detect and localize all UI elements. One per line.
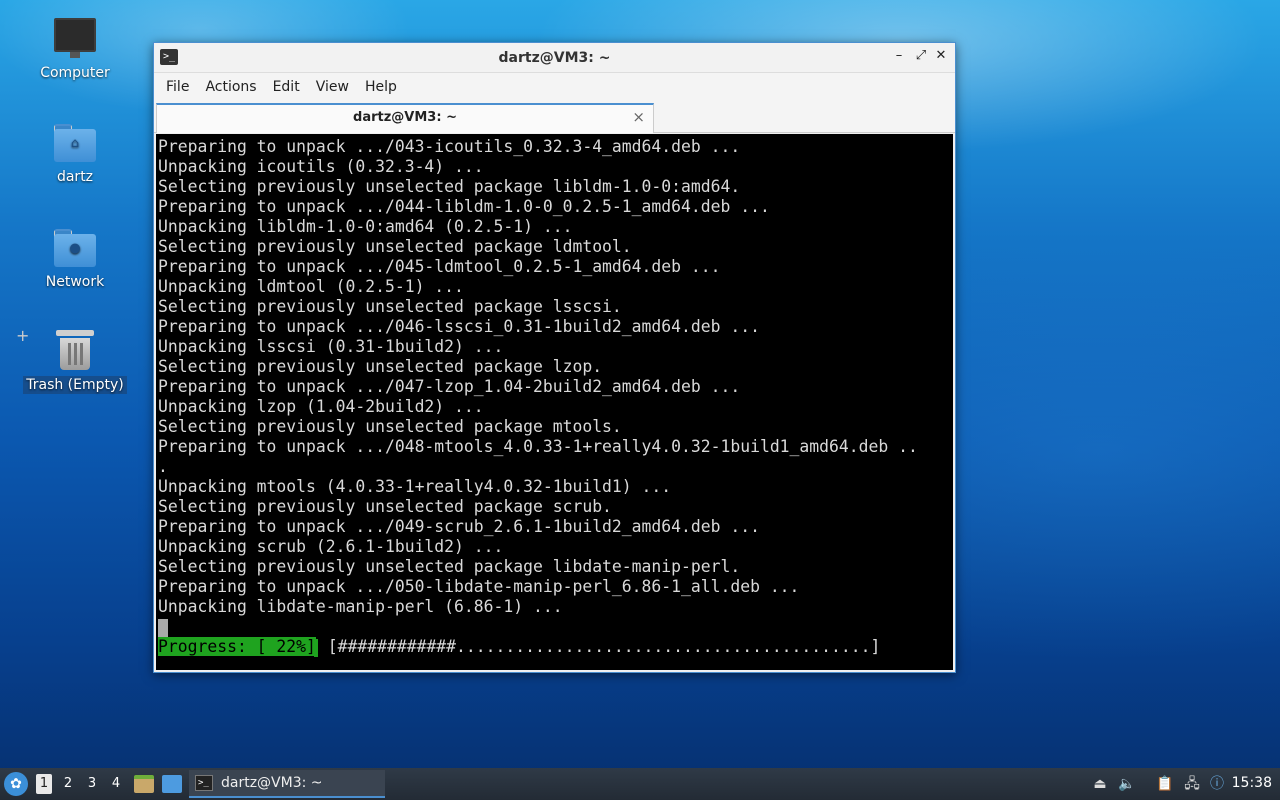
terminal-line: Unpacking lsscsi (0.31-1build2) ... bbox=[158, 337, 504, 356]
terminal-line: Preparing to unpack .../046-lsscsi_0.31-… bbox=[158, 317, 760, 336]
clipboard-icon[interactable]: 📋 bbox=[1155, 774, 1175, 794]
terminal-line: Selecting previously unselected package … bbox=[158, 557, 741, 576]
desktop-icon-trash[interactable]: Trash (Empty) bbox=[20, 326, 130, 394]
workspace-2[interactable]: 2 bbox=[60, 776, 76, 791]
desktop-icon-home[interactable]: ⌂ dartz bbox=[20, 118, 130, 186]
terminal-line: Selecting previously unselected package … bbox=[158, 417, 622, 436]
network-icon[interactable]: 🖧 bbox=[1182, 774, 1202, 794]
terminal-tab[interactable]: dartz@VM3: ~ × bbox=[156, 103, 654, 133]
network-folder-icon: ● bbox=[54, 229, 96, 267]
terminal-line: . bbox=[158, 457, 168, 476]
tab-bar: dartz@VM3: ~ × bbox=[154, 101, 955, 133]
workspace-1[interactable]: 1 bbox=[36, 774, 52, 794]
menu-file[interactable]: File bbox=[158, 75, 197, 99]
terminal-window[interactable]: >_ dartz@VM3: ~ – ⤢ ✕ File Actions Edit … bbox=[153, 42, 956, 673]
trash-icon bbox=[56, 330, 94, 370]
terminal-line: Preparing to unpack .../050-libdate-mani… bbox=[158, 577, 800, 596]
clock[interactable]: 15:38 bbox=[1232, 775, 1272, 791]
menu-view[interactable]: View bbox=[308, 75, 357, 99]
terminal-line: Unpacking icoutils (0.32.3-4) ... bbox=[158, 157, 484, 176]
cursor bbox=[158, 618, 168, 637]
terminal-line: Unpacking libldm-1.0-0:amd64 (0.2.5-1) .… bbox=[158, 217, 573, 236]
terminal-line: Preparing to unpack .../045-ldmtool_0.2.… bbox=[158, 257, 721, 276]
start-menu-icon[interactable]: ✿ bbox=[4, 772, 28, 796]
desktop-icon-label: dartz bbox=[56, 169, 94, 185]
window-title: dartz@VM3: ~ bbox=[498, 49, 611, 66]
terminal-line: Preparing to unpack .../043-icoutils_0.3… bbox=[158, 137, 741, 156]
workspace-3[interactable]: 3 bbox=[84, 776, 100, 791]
menu-bar: File Actions Edit View Help bbox=[154, 73, 955, 101]
terminal-cursor-line bbox=[158, 617, 953, 637]
eject-icon[interactable]: ⏏ bbox=[1090, 774, 1110, 794]
show-desktop-icon[interactable] bbox=[162, 775, 182, 793]
title-bar[interactable]: >_ dartz@VM3: ~ – ⤢ ✕ bbox=[154, 43, 955, 73]
menu-edit[interactable]: Edit bbox=[265, 75, 308, 99]
maximize-icon[interactable]: ⤢ bbox=[913, 48, 929, 63]
menu-help[interactable]: Help bbox=[357, 75, 405, 99]
close-icon[interactable]: ✕ bbox=[933, 48, 949, 63]
terminal-line: Unpacking ldmtool (0.2.5-1) ... bbox=[158, 277, 464, 296]
taskbar-task-terminal[interactable]: >_ dartz@VM3: ~ bbox=[189, 770, 385, 798]
computer-icon bbox=[54, 18, 96, 58]
taskbar: ✿ 1 2 3 4 >_ dartz@VM3: ~ ⏏ 🔈 📋 🖧 ⓘ 15:3… bbox=[0, 768, 1280, 800]
minimize-icon[interactable]: – bbox=[891, 48, 907, 63]
menu-actions[interactable]: Actions bbox=[197, 75, 264, 99]
desktop-icon-computer[interactable]: Computer bbox=[20, 18, 130, 82]
tab-label: dartz@VM3: ~ bbox=[353, 110, 457, 125]
terminal-line: Preparing to unpack .../048-mtools_4.0.3… bbox=[158, 437, 918, 456]
terminal-line: Preparing to unpack .../044-libldm-1.0-0… bbox=[158, 197, 770, 216]
terminal-line: Selecting previously unselected package … bbox=[158, 297, 622, 316]
terminal-line: Preparing to unpack .../049-scrub_2.6.1-… bbox=[158, 517, 760, 536]
progress-bar: [############...........................… bbox=[317, 637, 881, 656]
progress-line: Progress: [ 22%] [############..........… bbox=[158, 637, 953, 657]
home-folder-icon: ⌂ bbox=[54, 124, 96, 162]
terminal-output[interactable]: Preparing to unpack .../043-icoutils_0.3… bbox=[156, 134, 953, 670]
terminal-line: Selecting previously unselected package … bbox=[158, 237, 632, 256]
terminal-line: Unpacking lzop (1.04-2build2) ... bbox=[158, 397, 484, 416]
workspace-4[interactable]: 4 bbox=[108, 776, 124, 791]
terminal-line: Unpacking mtools (4.0.33-1+really4.0.32-… bbox=[158, 477, 672, 496]
update-notifier-icon[interactable]: ⓘ bbox=[1207, 774, 1227, 794]
desktop-icon-label: Network bbox=[45, 274, 105, 290]
terminal-line: Unpacking scrub (2.6.1-1build2) ... bbox=[158, 537, 504, 556]
terminal-icon: >_ bbox=[195, 775, 213, 791]
volume-icon[interactable]: 🔈 bbox=[1117, 774, 1137, 794]
task-label: dartz@VM3: ~ bbox=[221, 775, 323, 791]
terminal-line: Selecting previously unselected package … bbox=[158, 497, 612, 516]
file-manager-icon[interactable] bbox=[134, 775, 154, 793]
desktop-icon-network[interactable]: ● Network bbox=[20, 223, 130, 291]
terminal-line: Unpacking libdate-manip-perl (6.86-1) ..… bbox=[158, 597, 563, 616]
desktop-icon-label: Computer bbox=[40, 65, 110, 81]
terminal-app-icon[interactable]: >_ bbox=[160, 49, 178, 65]
terminal-line: Preparing to unpack .../047-lzop_1.04-2b… bbox=[158, 377, 741, 396]
progress-label: Progress: [ 22%] bbox=[158, 637, 316, 656]
terminal-line: Selecting previously unselected package … bbox=[158, 357, 603, 376]
terminal-line: Selecting previously unselected package … bbox=[158, 177, 741, 196]
tab-close-icon[interactable]: × bbox=[632, 108, 645, 126]
desktop-icon-label: Trash (Empty) bbox=[23, 376, 127, 394]
